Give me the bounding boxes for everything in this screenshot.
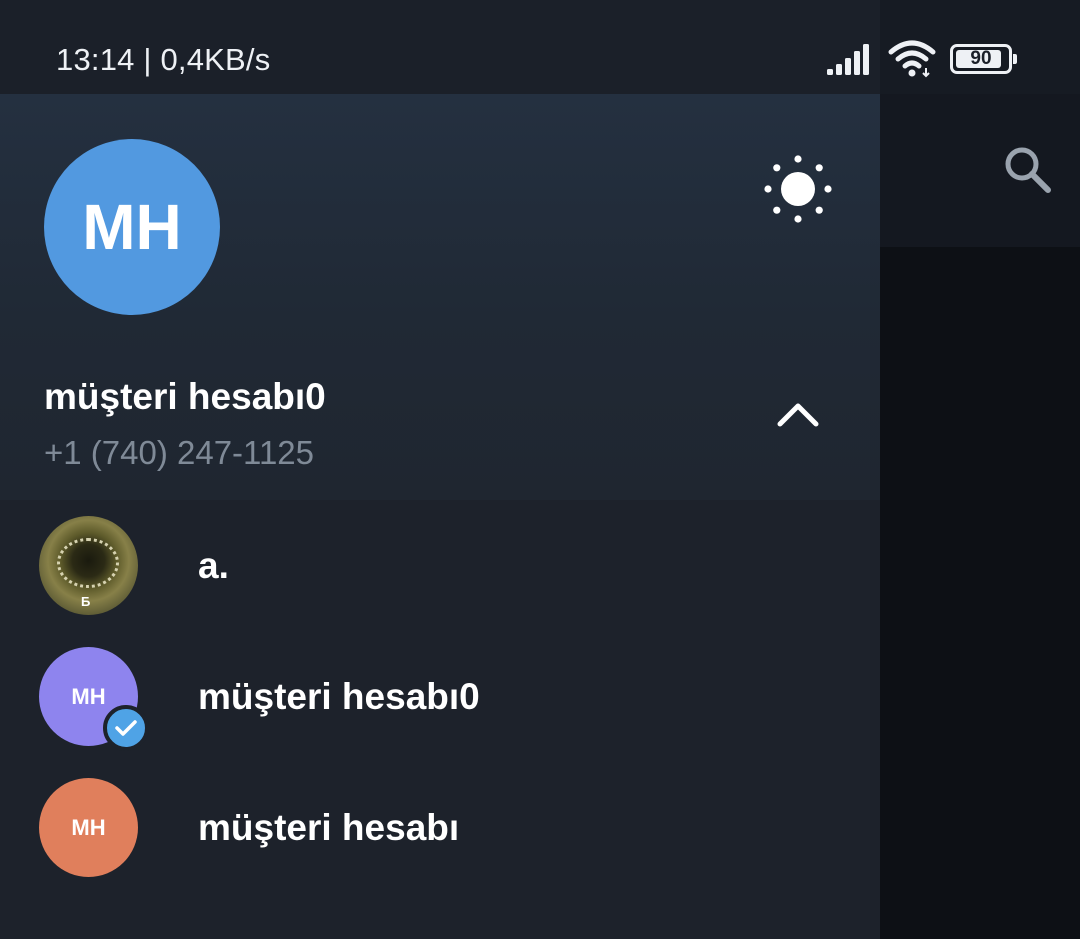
profile-phone: +1 (740) 247-1125 [44,434,315,471]
signal-icon [827,44,869,75]
checkmark-icon [115,720,137,736]
profile-avatar-initials: MH [82,191,182,263]
selected-account-badge [103,705,149,751]
search-button[interactable] [998,140,1058,200]
theme-toggle-button[interactable] [758,149,838,229]
profile-header: MH müşteri hesabı0 +1 (740) 247-1125 [0,94,880,500]
navigation-drawer: MH müşteri hesabı0 +1 (740) 247-1125 Б a… [0,0,880,939]
accounts-collapse-button[interactable] [768,384,828,444]
account-label: müşteri hesabı [198,806,460,848]
account-item-musteri-hesabi[interactable]: MH müşteri hesabı [0,762,880,893]
battery-icon: 90 [950,44,1017,74]
account-label: müşteri hesabı0 [198,675,480,717]
chevron-up-icon [777,403,819,427]
status-bar: 13:14 | 0,4KB/s 90 [0,0,1080,94]
account-item-musteri-hesabi0[interactable]: MH müşteri hesabı0 [0,631,880,762]
profile-name: müşteri hesabı0 [44,376,326,417]
status-time: 13:14 | 0,4KB/s [56,42,271,77]
profile-avatar[interactable]: MH [44,139,220,315]
account-item-a[interactable]: Б a. [0,500,880,631]
account-label: a. [198,544,229,586]
account-avatar-photo: Б [39,516,138,615]
telegram-screen: MH müşteri hesabı0 +1 (740) 247-1125 Б a… [0,0,1080,939]
avatar-photo-mark: Б [81,594,91,609]
battery-level: 90 [970,48,992,69]
account-avatar: MH [39,778,138,877]
account-avatar-initials: MH [71,683,106,709]
search-icon [1005,147,1051,193]
sun-icon [764,155,832,223]
status-icons: 90 [826,40,1017,78]
avatar-photo-detail [57,538,119,588]
wifi-icon [888,40,936,78]
account-avatar-initials: MH [71,814,106,840]
account-list: Б a. MH müşteri hesabı0 MH müşteri hesab… [0,500,880,893]
